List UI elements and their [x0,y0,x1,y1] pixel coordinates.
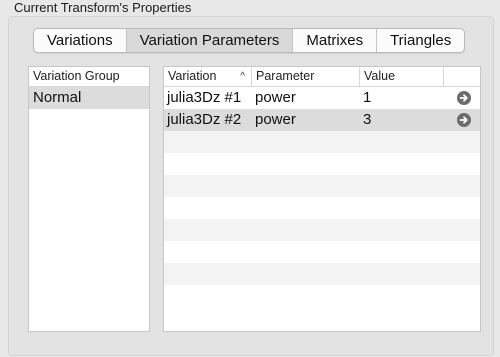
table-header: Variation ^ Parameter Value [164,67,480,87]
tab-matrixes[interactable]: Matrixes [293,29,378,52]
empty-table-row [164,241,480,263]
empty-table-row [164,285,480,307]
cell-variation: julia3Dz #2 [167,111,242,128]
empty-table-row [164,263,480,285]
column-header-parameter[interactable]: Parameter [252,67,360,86]
cell-value[interactable]: 1 [360,87,444,109]
cell-action [444,109,480,131]
tab-triangles[interactable]: Triangles [377,29,464,52]
column-header-variation[interactable]: Variation ^ [164,67,252,86]
empty-table-row [164,131,480,153]
tab-bar: Variations Variation Parameters Matrixes… [33,28,466,53]
tab-variation-parameters[interactable]: Variation Parameters [126,29,294,52]
cell-parameter: power [255,111,296,128]
table-body: julia3Dz #1 power 1 julia3Dz #2 power 3 [164,87,480,307]
variation-group-list[interactable]: Variation Group Normal [28,66,150,332]
list-item-normal[interactable]: Normal [29,87,149,109]
empty-table-row [164,197,480,219]
arrow-right-circle-icon[interactable] [457,113,471,127]
empty-table-row [164,175,480,197]
arrow-right-circle-icon[interactable] [457,91,471,105]
column-header-action [444,67,480,86]
sort-ascending-icon: ^ [240,71,245,82]
cell-variation: julia3Dz #1 [167,89,242,106]
tab-variations[interactable]: Variations [34,29,127,52]
column-header-value[interactable]: Value [360,67,444,86]
cell-action [444,87,480,109]
variation-group-header[interactable]: Variation Group [29,67,149,87]
empty-table-row [164,219,480,241]
column-label-variation: Variation [168,69,217,83]
variation-parameters-table[interactable]: Variation ^ Parameter Value julia3Dz #1 p… [163,66,481,332]
panel-title: Current Transform's Properties [14,0,192,15]
table-row[interactable]: julia3Dz #2 power 3 [164,109,480,131]
empty-table-row [164,153,480,175]
table-row[interactable]: julia3Dz #1 power 1 [164,87,480,109]
cell-parameter: power [255,89,296,106]
cell-value[interactable]: 3 [360,109,444,131]
